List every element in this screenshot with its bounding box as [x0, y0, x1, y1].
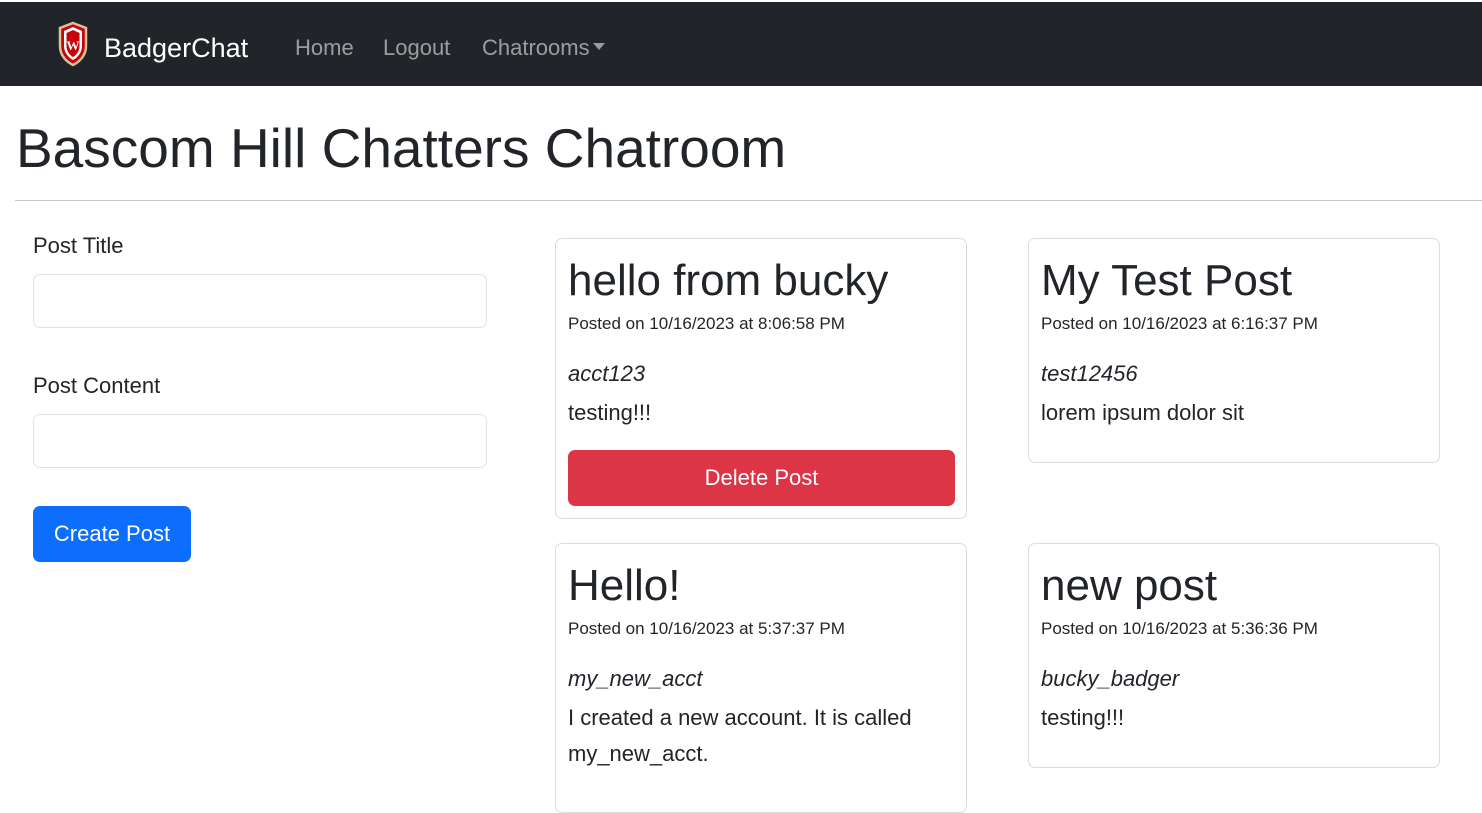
post-date: Posted on 10/16/2023 at 6:16:37 PM [1041, 314, 1318, 333]
post-card: Hello! Posted on 10/16/2023 at 5:37:37 P… [555, 543, 967, 813]
svg-text:W: W [67, 38, 80, 53]
post-title-label: Post Title [33, 233, 124, 258]
uw-crest-icon[interactable]: W [57, 21, 89, 67]
post-content: testing!!! [1041, 705, 1125, 730]
nav-link-home[interactable]: Home [295, 31, 354, 65]
nav-dropdown-chatrooms[interactable]: Chatrooms [482, 31, 605, 65]
post-author: test12456 [1041, 361, 1138, 386]
post-title-input[interactable] [33, 274, 487, 328]
post-date: Posted on 10/16/2023 at 5:37:37 PM [568, 619, 845, 638]
post-title: My Test Post [1041, 256, 1293, 305]
title-divider [15, 200, 1482, 201]
post-content: testing!!! [568, 400, 652, 425]
post-content: lorem ipsum dolor sit [1041, 400, 1244, 425]
post-card: hello from bucky Posted on 10/16/2023 at… [555, 238, 967, 519]
post-author: bucky_badger [1041, 666, 1180, 691]
post-author: my_new_acct [568, 666, 703, 691]
post-title: Hello! [568, 561, 681, 610]
caret-down-icon [592, 42, 605, 50]
brand-name[interactable]: BadgerChat [104, 28, 248, 68]
post-content: I created a new account. It is called my… [568, 705, 912, 766]
post-content-input[interactable] [33, 414, 487, 468]
post-title: hello from bucky [568, 256, 889, 305]
post-author: acct123 [568, 361, 646, 386]
page-title: Bascom Hill Chatters Chatroom [16, 117, 787, 179]
post-title: new post [1041, 561, 1218, 610]
post-date: Posted on 10/16/2023 at 8:06:58 PM [568, 314, 845, 333]
nav-link-logout[interactable]: Logout [383, 31, 450, 65]
post-date: Posted on 10/16/2023 at 5:36:36 PM [1041, 619, 1318, 638]
post-content-label: Post Content [33, 373, 161, 398]
delete-post-button[interactable]: Delete Post [568, 450, 955, 506]
post-card: My Test Post Posted on 10/16/2023 at 6:1… [1028, 238, 1440, 463]
navbar: W BadgerChat Home Logout Chatrooms [0, 2, 1482, 86]
create-post-button[interactable]: Create Post [33, 506, 191, 562]
post-card: new post Posted on 10/16/2023 at 5:36:36… [1028, 543, 1440, 768]
nav-link-chatrooms-label: Chatrooms [482, 35, 590, 60]
